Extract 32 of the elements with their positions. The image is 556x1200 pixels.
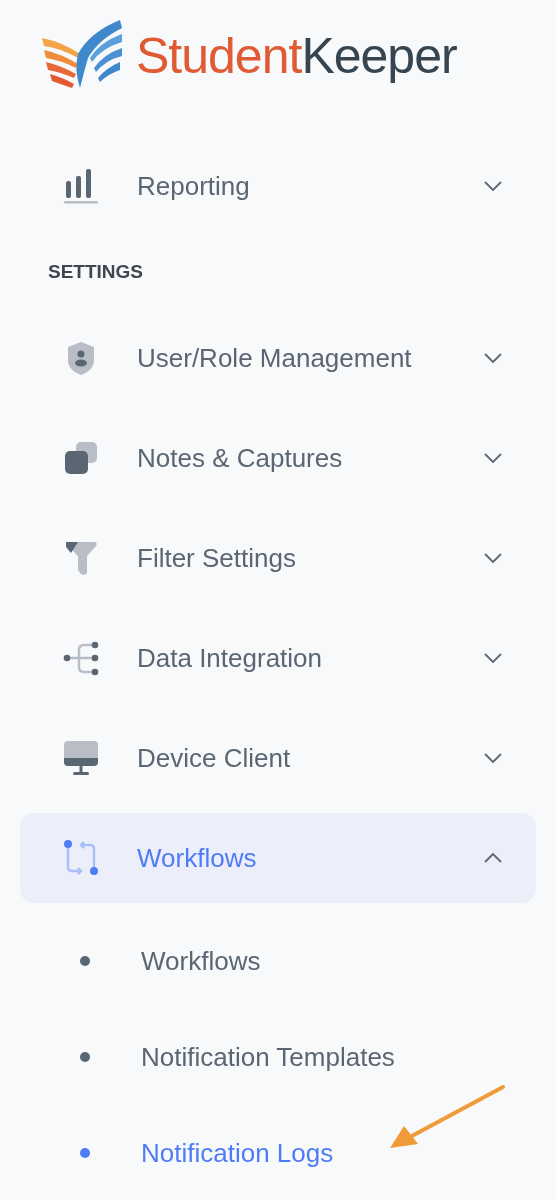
branch-icon <box>62 639 100 677</box>
section-title: SETTINGS <box>48 261 144 283</box>
nav-label: Workflows <box>137 841 258 875</box>
chevron-down-icon <box>484 653 502 663</box>
nav-item[interactable]: Data Integration <box>20 613 536 703</box>
nav-item[interactable]: Notes & Captures <box>20 413 536 503</box>
submenu-link[interactable]: Notification Templates <box>141 1037 395 1077</box>
chevron-down-icon <box>484 553 502 563</box>
nav-label: Notes & Captures <box>137 441 344 475</box>
logo-text: Keeper <box>301 28 457 84</box>
nav-item[interactable]: Device Client <box>20 713 536 803</box>
nav-label: Filter Settings <box>137 541 297 575</box>
chevron-up-icon <box>484 853 502 863</box>
nav-item[interactable]: Workflows <box>20 813 536 903</box>
bar-chart-icon <box>62 167 100 205</box>
squares-icon <box>62 439 100 477</box>
nav-label: User/Role Management <box>137 341 413 375</box>
chevron-down-icon <box>484 453 502 463</box>
nav-item[interactable]: Reporting <box>20 141 536 231</box>
nav-item[interactable]: Filter Settings <box>20 513 536 603</box>
submenu-link[interactable]: Notification Logs <box>141 1133 334 1173</box>
workflow-icon <box>62 839 100 877</box>
submenu-link[interactable]: Workflows <box>141 941 261 981</box>
nav-item[interactable]: User/Role Management <box>20 313 536 403</box>
logo-text: Student <box>136 28 302 84</box>
chevron-down-icon <box>484 753 502 763</box>
nav-label: Device Client <box>137 741 292 775</box>
nav-label: Reporting <box>137 169 251 203</box>
chevron-down-icon <box>484 181 502 191</box>
chevron-down-icon <box>484 353 502 363</box>
monitor-icon <box>62 739 100 777</box>
nav-label: Data Integration <box>137 641 323 675</box>
